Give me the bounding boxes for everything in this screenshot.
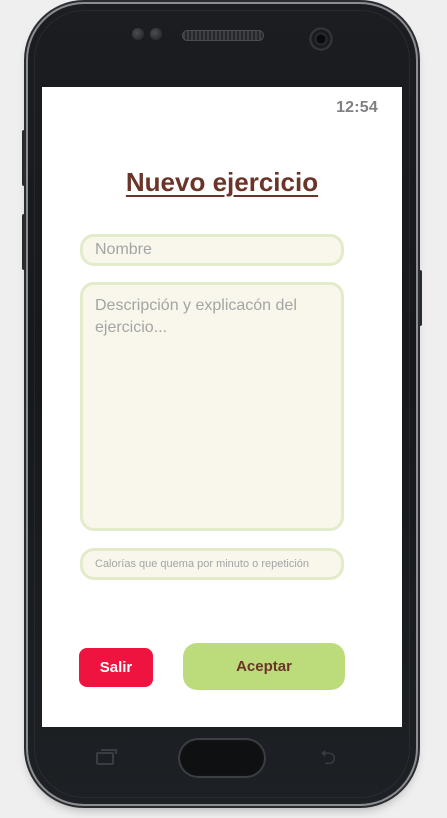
front-camera-icon: [309, 27, 333, 51]
page-title: Nuevo ejercicio: [125, 167, 319, 197]
app-screen: 12:54 Nuevo ejercicio Salir Aceptar: [42, 87, 402, 727]
accept-button[interactable]: Aceptar: [183, 643, 345, 690]
light-sensor-icon: [150, 28, 162, 40]
calories-input[interactable]: [80, 548, 344, 580]
home-button[interactable]: [178, 738, 266, 778]
status-time: 12:54: [336, 99, 378, 116]
back-icon[interactable]: ⮌: [320, 748, 336, 768]
power-button: [416, 270, 422, 326]
recent-apps-icon[interactable]: [96, 749, 117, 765]
exit-button[interactable]: Salir: [79, 648, 153, 687]
proximity-sensor-icon: [132, 28, 144, 40]
earpiece-speaker-icon: [182, 30, 264, 41]
description-textarea[interactable]: [80, 282, 344, 531]
name-input[interactable]: [80, 234, 344, 266]
